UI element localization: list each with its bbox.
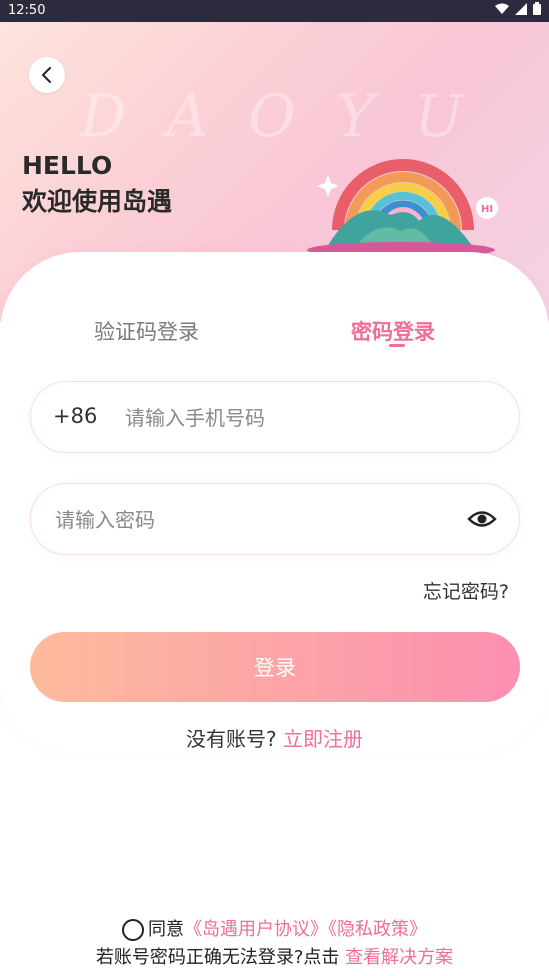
forgot-password-link[interactable]: 忘记密码? <box>423 577 509 604</box>
battery-icon <box>533 2 541 15</box>
greeting-hello: HELLO <box>22 151 113 180</box>
login-help-text: 若账号密码正确无法登录?点击 <box>95 947 340 968</box>
country-code[interactable]: +86 <box>53 404 97 428</box>
signal-icon <box>515 2 527 15</box>
welcome-heading: HELLO 欢迎使用岛遇 <box>22 148 172 220</box>
register-link[interactable]: 立即注册 <box>283 727 363 751</box>
agreement-row: 同意《岛遇用户协议》《隐私政策》 <box>0 915 549 941</box>
tab-password-login[interactable]: 密码登录 <box>351 316 435 346</box>
status-icons <box>495 2 541 15</box>
view-solution-link[interactable]: 查看解决方案 <box>345 947 453 968</box>
password-field <box>30 483 520 555</box>
agreement-radio[interactable] <box>122 919 144 941</box>
sparkle-icon <box>317 175 339 197</box>
wifi-icon <box>495 3 509 14</box>
chevron-left-icon <box>42 67 51 83</box>
active-tab-indicator <box>389 344 405 347</box>
login-button[interactable]: 登录 <box>30 632 520 702</box>
register-row: 没有账号? 立即注册 <box>0 723 549 752</box>
user-agreement-link[interactable]: 《岛遇用户协议》 <box>184 919 328 940</box>
password-visibility-toggle[interactable] <box>465 504 499 534</box>
hi-badge-text: HI <box>481 204 493 215</box>
privacy-policy-link[interactable]: 《隐私政策》 <box>328 919 427 940</box>
password-input[interactable] <box>53 504 457 536</box>
agree-text: 同意 <box>148 919 184 940</box>
phone-input[interactable] <box>123 402 497 434</box>
register-prompt: 没有账号? <box>186 727 277 751</box>
phone-field: +86 <box>30 381 520 453</box>
greeting-welcome: 欢迎使用岛遇 <box>22 187 173 216</box>
back-button[interactable] <box>29 57 65 93</box>
login-help-row: 若账号密码正确无法登录?点击 查看解决方案 <box>0 943 549 969</box>
tab-sms-login[interactable]: 验证码登录 <box>94 316 199 346</box>
status-time: 12:50 <box>8 3 46 18</box>
eye-icon <box>467 511 497 527</box>
status-bar: 12:50 <box>0 0 549 22</box>
